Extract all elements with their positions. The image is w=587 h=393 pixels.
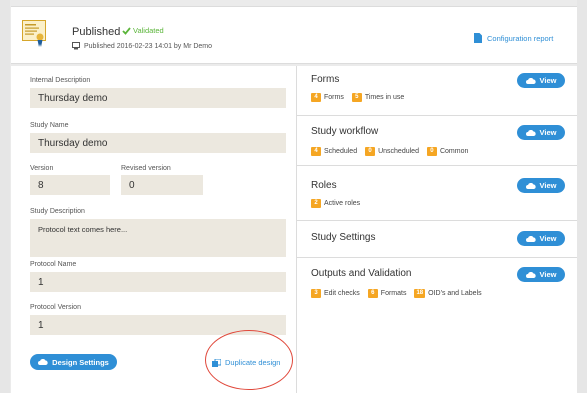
view-roles-button[interactable]: View [517, 178, 565, 193]
section-forms: Forms 4 Forms 5 Times in use View [297, 66, 577, 116]
cloud-icon [525, 77, 536, 84]
stat-label: Common [439, 148, 469, 155]
section-study-workflow: Study workflow 4 Scheduled 0 Unscheduled 0… [297, 116, 577, 166]
version-label: Version [30, 165, 54, 172]
count-badge: 6 [367, 289, 378, 298]
stat-label: Times in use [364, 94, 405, 101]
configuration-report-label: Configuration report [487, 33, 554, 43]
check-icon [122, 26, 131, 35]
revised-version-label: Revised version [121, 165, 171, 172]
cloud-icon [525, 182, 536, 189]
section-study-settings: Study Settings View [297, 221, 577, 258]
count-badge: 4 [311, 147, 321, 156]
validated-badge: Validated [122, 26, 164, 35]
stat-label: Unscheduled [378, 148, 419, 155]
design-settings-button[interactable]: Design Settings [30, 354, 117, 370]
count-badge: 3 [311, 289, 321, 298]
highlight-circle [205, 330, 293, 390]
view-label: View [539, 270, 557, 279]
stat-label: Scheduled [324, 148, 358, 155]
validated-label: Validated [133, 26, 164, 35]
section-stats: 2 Active roles [311, 199, 368, 208]
section-stats: 4 Scheduled 0 Unscheduled 0 Common [311, 147, 476, 156]
revised-version-field[interactable]: 0 [121, 175, 203, 195]
view-label: View [539, 128, 557, 137]
view-study-workflow-button[interactable]: View [517, 125, 565, 140]
certificate-document-icon [22, 20, 46, 48]
section-stats: 3 Edit checks 6 Formats 18 OID's and Labels [311, 289, 490, 298]
stat-label: Edit checks [324, 290, 360, 297]
published-line: Published 2016-02-23 14:01 by Mr Demo [84, 42, 213, 50]
stat-item: 4 Scheduled [311, 147, 357, 156]
stat-item: 2 Active roles [311, 199, 360, 208]
count-badge: 5 [351, 93, 362, 102]
view-outputs-validation-button[interactable]: View [517, 267, 565, 282]
view-study-settings-button[interactable]: View [517, 231, 565, 246]
published-info: Published 2016-02-23 14:01 by Mr Demo [72, 42, 212, 50]
cloud-icon [525, 235, 536, 242]
count-badge: 18 [414, 289, 426, 298]
protocol-name-label: Protocol Name [30, 261, 77, 268]
page-right-edge [577, 0, 587, 393]
stat-item: 18 OID's and Labels [414, 289, 482, 298]
protocol-version-label: Protocol Version [30, 304, 81, 311]
stat-label: Formats [380, 290, 407, 297]
internal-description-label: Internal Description [30, 77, 91, 84]
internal-description-field[interactable]: Thursday demo [30, 88, 286, 108]
report-document-icon [474, 33, 482, 43]
view-label: View [539, 234, 557, 243]
protocol-name-field[interactable]: 1 [30, 272, 286, 292]
stat-label: OID's and Labels [428, 290, 482, 297]
count-badge: 0 [365, 147, 376, 156]
version-field[interactable]: 8 [30, 175, 110, 195]
stat-item: 0 Common [426, 147, 469, 156]
stat-item: 0 Unscheduled [365, 147, 419, 156]
view-forms-button[interactable]: View [517, 73, 565, 88]
design-settings-label: Design Settings [52, 357, 109, 367]
stat-label: Active roles [324, 200, 361, 207]
stat-label: Forms [324, 94, 344, 101]
cloud-icon [38, 359, 48, 365]
section-title: Study Settings [311, 232, 376, 243]
study-name-label: Study Name [30, 122, 69, 129]
view-label: View [539, 76, 557, 85]
page-left-edge [0, 0, 10, 393]
stat-item: 6 Formats [367, 289, 407, 298]
cloud-icon [525, 271, 536, 278]
view-label: View [539, 181, 557, 190]
configuration-report-link[interactable]: Configuration report [474, 33, 553, 43]
count-badge: 2 [311, 199, 321, 208]
count-badge: 0 [426, 147, 437, 156]
status-title: Published [72, 26, 121, 38]
stat-item: 4 Forms [311, 93, 344, 102]
count-badge: 4 [311, 93, 321, 102]
study-name-field[interactable]: Thursday demo [30, 133, 286, 153]
section-title: Forms [311, 74, 340, 85]
stat-item: 5 Times in use [351, 93, 405, 102]
section-stats: 4 Forms 5 Times in use [311, 93, 412, 102]
study-description-field[interactable]: Protocol text comes here... [30, 219, 286, 257]
section-outputs-validation: Outputs and Validation 3 Edit checks 6 For… [297, 258, 577, 313]
study-description-label: Study Description [30, 208, 85, 215]
section-title: Roles [311, 180, 337, 191]
section-title: Outputs and Validation [311, 268, 412, 279]
stat-item: 3 Edit checks [311, 289, 360, 298]
cloud-icon [525, 129, 536, 136]
section-roles: Roles 2 Active roles View [297, 166, 577, 221]
publish-icon [72, 42, 80, 50]
section-title: Study workflow [311, 126, 379, 137]
